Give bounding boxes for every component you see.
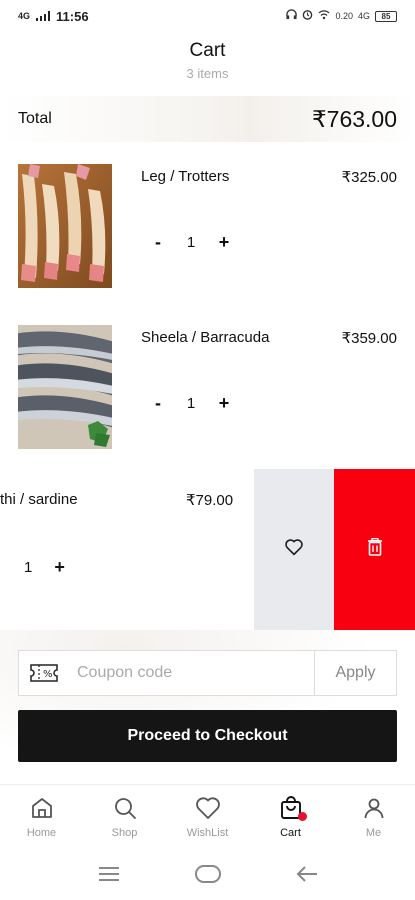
battery-level: 85 xyxy=(381,11,391,21)
quantity-stepper: - 1 + xyxy=(150,393,232,414)
signal-bars-icon xyxy=(36,9,51,24)
nav-cart[interactable]: Cart xyxy=(249,785,332,844)
increase-quantity-button[interactable]: + xyxy=(216,393,232,414)
net-speed: 0.20 xyxy=(335,11,353,21)
coupon-box: % Apply xyxy=(18,650,397,696)
decrease-quantity-button[interactable]: - xyxy=(150,393,166,414)
nav-wishlist[interactable]: WishList xyxy=(166,785,249,844)
system-navigation xyxy=(0,852,415,900)
battery-icon: 85 xyxy=(375,10,397,22)
increase-quantity-button[interactable]: + xyxy=(54,557,65,578)
nav-label: Shop xyxy=(111,827,138,839)
heart-icon xyxy=(284,538,304,561)
proceed-to-checkout-button[interactable]: Proceed to Checkout xyxy=(18,710,397,762)
nav-label: Cart xyxy=(280,827,301,839)
nav-me[interactable]: Me xyxy=(332,785,415,844)
cart-item[interactable]: Leg / Trotters ₹325.00 - 1 + xyxy=(0,146,415,308)
item-name: Sheela / Barracuda xyxy=(141,329,270,346)
nav-shop[interactable]: Shop xyxy=(83,785,166,844)
quantity-stepper: - 1 + xyxy=(150,232,232,253)
coupon-icon: % xyxy=(19,650,69,696)
header: Cart 3 items xyxy=(0,40,415,81)
cart-item-swiped[interactable]: thi / sardine ₹79.00 1 + xyxy=(0,469,415,630)
item-name: Leg / Trotters xyxy=(141,168,230,185)
coupon-code-input[interactable] xyxy=(69,651,314,695)
product-image-barracuda[interactable] xyxy=(18,325,112,449)
delete-item-button[interactable] xyxy=(334,469,415,630)
product-image-trotters[interactable] xyxy=(18,164,112,288)
home-icon xyxy=(29,795,55,821)
nav-label: Me xyxy=(365,827,382,839)
search-icon xyxy=(112,795,138,821)
wifi-calling-icon xyxy=(318,9,330,23)
item-count: 3 items xyxy=(186,66,229,81)
trash-icon xyxy=(367,537,383,561)
item-price: ₹325.00 xyxy=(341,169,397,186)
clock: 11:56 xyxy=(56,8,89,24)
quantity-value: 1 xyxy=(186,395,196,412)
total-label: Total xyxy=(18,110,52,127)
user-icon xyxy=(361,795,387,821)
total-row: Total ₹763.00 xyxy=(0,96,415,142)
status-left: 4G 11:56 xyxy=(18,9,89,24)
home-button-icon[interactable] xyxy=(194,864,221,888)
nav-label: Home xyxy=(26,827,57,839)
status-right: 0.20 4G 85 xyxy=(286,9,397,23)
item-name: thi / sardine xyxy=(0,491,78,508)
quantity-value: 1 xyxy=(24,559,33,576)
total-value: ₹763.00 xyxy=(312,105,397,132)
back-icon[interactable] xyxy=(296,865,318,888)
increase-quantity-button[interactable]: + xyxy=(216,232,232,253)
svg-text:%: % xyxy=(43,669,53,680)
quantity-stepper: 1 + xyxy=(24,557,65,578)
item-price: ₹79.00 xyxy=(186,492,234,509)
move-to-wishlist-button[interactable] xyxy=(254,469,334,630)
bottom-navigation: Home Shop WishList Cart Me xyxy=(0,784,415,844)
cart-icon xyxy=(278,795,307,821)
status-bar: 4G 11:56 0.20 4G 85 xyxy=(0,0,415,32)
decrease-quantity-button[interactable]: - xyxy=(150,232,166,253)
headphones-icon xyxy=(286,9,298,23)
signal-indicator: 4G xyxy=(18,11,31,21)
net-type: 4G xyxy=(357,11,370,21)
cart-badge xyxy=(297,812,307,821)
menu-icon[interactable] xyxy=(98,866,120,887)
cart-item[interactable]: Sheela / Barracuda ₹359.00 - 1 + xyxy=(0,307,415,469)
item-price: ₹359.00 xyxy=(341,330,397,347)
quantity-value: 1 xyxy=(186,234,196,251)
heart-icon xyxy=(195,795,221,821)
nav-label: WishList xyxy=(186,827,229,839)
apply-coupon-button[interactable]: Apply xyxy=(314,651,396,695)
nav-home[interactable]: Home xyxy=(0,785,83,844)
page-title: Cart xyxy=(189,40,226,61)
alarm-icon xyxy=(302,9,313,23)
